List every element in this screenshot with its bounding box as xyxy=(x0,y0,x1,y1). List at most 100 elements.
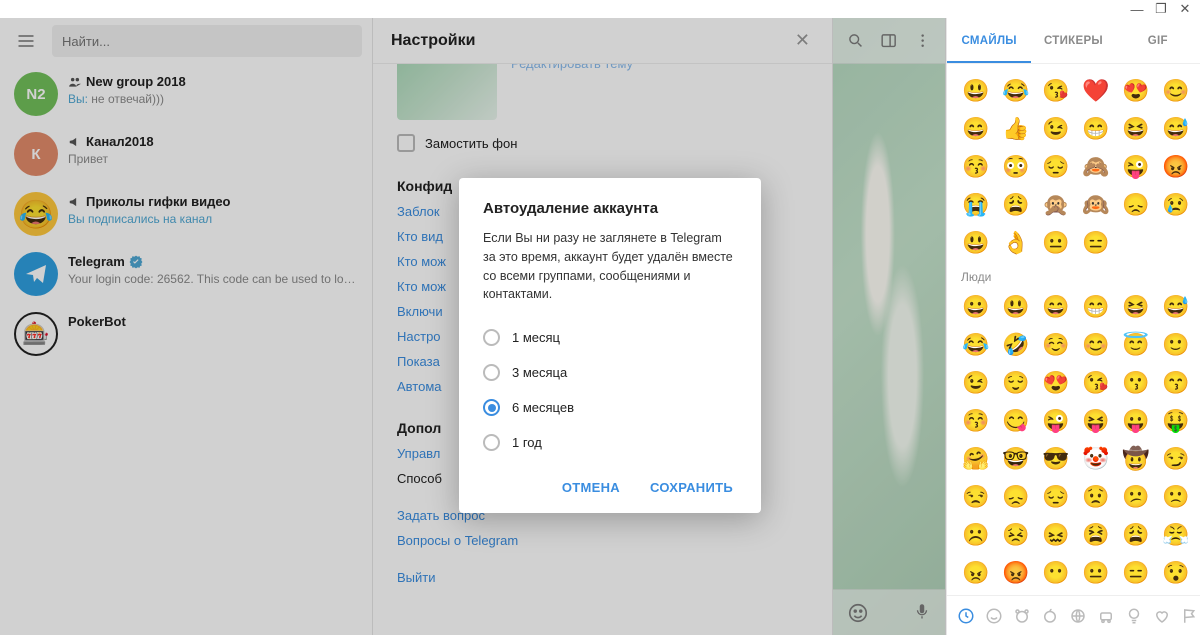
radio-option[interactable]: 1 месяц xyxy=(483,320,737,355)
emoji-cat-symbol-icon[interactable] xyxy=(1153,605,1171,627)
emoji[interactable]: 😃 xyxy=(959,226,993,260)
tab-gif[interactable]: GIF xyxy=(1116,18,1200,63)
emoji[interactable]: 🙁 xyxy=(1159,480,1193,514)
emoji[interactable]: 😔 xyxy=(1039,150,1073,184)
search-input[interactable] xyxy=(62,34,352,49)
radio-icon[interactable] xyxy=(483,399,500,416)
kebab-menu-icon[interactable] xyxy=(914,31,931,51)
emoji[interactable]: 😡 xyxy=(999,556,1033,590)
edit-theme-link[interactable]: Редактировать тему xyxy=(511,64,633,71)
emoji[interactable]: 😜 xyxy=(1119,150,1153,184)
emoji[interactable]: 👍 xyxy=(999,112,1033,146)
emoji[interactable]: 😆 xyxy=(1119,290,1153,324)
faq-link[interactable]: Вопросы о Telegram xyxy=(397,533,808,548)
emoji[interactable]: 😛 xyxy=(1119,404,1153,438)
logout-link[interactable]: Выйти xyxy=(397,570,808,585)
emoji[interactable]: 😢 xyxy=(1159,188,1193,222)
chat-row[interactable]: ККанал2018Привет xyxy=(0,124,372,184)
emoji[interactable]: 😀 xyxy=(959,290,993,324)
emoji[interactable]: 😍 xyxy=(1039,366,1073,400)
emoji[interactable]: 🙊 xyxy=(1039,188,1073,222)
search-icon[interactable] xyxy=(847,31,864,51)
emoji[interactable]: 😭 xyxy=(959,188,993,222)
emoji[interactable]: 😅 xyxy=(1159,112,1193,146)
emoji[interactable]: 😉 xyxy=(1039,112,1073,146)
window-close-icon[interactable]: ✕ xyxy=(1178,2,1192,16)
window-maximize-icon[interactable]: ❐ xyxy=(1154,2,1168,16)
emoji[interactable]: ☺️ xyxy=(1039,328,1073,362)
emoji[interactable]: 😔 xyxy=(1039,480,1073,514)
emoji[interactable]: 😳 xyxy=(999,150,1033,184)
emoji-cat-animal-icon[interactable] xyxy=(1013,605,1031,627)
emoji[interactable]: 🤗 xyxy=(959,442,993,476)
emoji[interactable]: 😠 xyxy=(959,556,993,590)
emoji[interactable]: 😚 xyxy=(959,404,993,438)
menu-icon[interactable] xyxy=(10,25,42,57)
emoji-cat-object-icon[interactable] xyxy=(1125,605,1143,627)
emoji[interactable]: 😅 xyxy=(1159,290,1193,324)
emoji[interactable]: 😞 xyxy=(1119,188,1153,222)
search-input-wrap[interactable] xyxy=(52,25,362,57)
emoji[interactable]: 🤑 xyxy=(1159,404,1193,438)
emoji[interactable]: 🤡 xyxy=(1079,442,1113,476)
tile-bg-row[interactable]: Замостить фон xyxy=(397,134,808,152)
emoji[interactable]: 😣 xyxy=(999,518,1033,552)
emoji[interactable]: 😂 xyxy=(999,74,1033,108)
emoji[interactable]: 😩 xyxy=(1119,518,1153,552)
emoji[interactable]: 😡 xyxy=(1159,150,1193,184)
emoji[interactable]: 😘 xyxy=(1079,366,1113,400)
radio-icon[interactable] xyxy=(483,364,500,381)
emoji-cat-activity-icon[interactable] xyxy=(1069,605,1087,627)
emoji[interactable]: 😎 xyxy=(1039,442,1073,476)
cancel-button[interactable]: ОТМЕНА xyxy=(558,474,624,501)
emoji[interactable]: 😚 xyxy=(959,150,993,184)
emoji[interactable]: 😄 xyxy=(1039,290,1073,324)
emoji-cat-travel-icon[interactable] xyxy=(1097,605,1115,627)
radio-option[interactable]: 3 месяца xyxy=(483,355,737,390)
emoji[interactable]: 😊 xyxy=(1159,74,1193,108)
emoji-cat-food-icon[interactable] xyxy=(1041,605,1059,627)
emoji[interactable]: 😆 xyxy=(1119,112,1153,146)
emoji[interactable]: 😋 xyxy=(999,404,1033,438)
window-minimize-icon[interactable]: — xyxy=(1130,2,1144,16)
emoji[interactable]: 🙉 xyxy=(1079,188,1113,222)
chat-row[interactable]: 🎰PokerBot xyxy=(0,304,372,364)
emoji[interactable]: 🙈 xyxy=(1079,150,1113,184)
emoji-scroll[interactable]: 😃😂😘❤️😍😊😄👍😉😁😆😅😚😳😔🙈😜😡😭😩🙊🙉😞😢😃👌😐😑 Люди 😀😃😄😁😆… xyxy=(947,64,1200,595)
emoji-cat-flag-icon[interactable] xyxy=(1181,605,1199,627)
emoji[interactable]: 🤓 xyxy=(999,442,1033,476)
voice-record-icon[interactable] xyxy=(913,602,931,624)
tab-stickers[interactable]: СТИКЕРЫ xyxy=(1031,18,1115,63)
emoji[interactable]: 😑 xyxy=(1079,226,1113,260)
emoji[interactable]: 😐 xyxy=(1039,226,1073,260)
emoji[interactable]: 😕 xyxy=(1119,480,1153,514)
emoji-cat-smile-icon[interactable] xyxy=(985,605,1003,627)
emoji[interactable]: 😤 xyxy=(1159,518,1193,552)
emoji[interactable]: 🤣 xyxy=(999,328,1033,362)
emoji[interactable]: 🤠 xyxy=(1119,442,1153,476)
radio-icon[interactable] xyxy=(483,329,500,346)
emoji[interactable]: 😩 xyxy=(999,188,1033,222)
side-panel-icon[interactable] xyxy=(880,31,897,51)
emoji[interactable]: 😇 xyxy=(1119,328,1153,362)
chat-row[interactable]: 😂Приколы гифки видеоВы подписались на ка… xyxy=(0,184,372,244)
emoji[interactable]: 😝 xyxy=(1079,404,1113,438)
chat-row[interactable]: N2New group 2018Вы: не отвечай))) xyxy=(0,64,372,124)
radio-icon[interactable] xyxy=(483,434,500,451)
emoji[interactable]: 😖 xyxy=(1039,518,1073,552)
emoji[interactable]: ❤️ xyxy=(1079,74,1113,108)
emoji[interactable]: 😟 xyxy=(1079,480,1113,514)
radio-option[interactable]: 1 год xyxy=(483,425,737,460)
wallpaper-thumbnail[interactable] xyxy=(397,64,497,120)
emoji[interactable]: 🙂 xyxy=(1159,328,1193,362)
tab-smiles[interactable]: СМАЙЛЫ xyxy=(947,18,1031,63)
emoji[interactable]: 😘 xyxy=(1039,74,1073,108)
emoji[interactable]: 👌 xyxy=(999,226,1033,260)
emoji[interactable]: 😒 xyxy=(959,480,993,514)
emoji[interactable]: 😙 xyxy=(1159,366,1193,400)
emoji[interactable]: 😄 xyxy=(959,112,993,146)
emoji[interactable]: 😐 xyxy=(1079,556,1113,590)
emoji[interactable]: 😑 xyxy=(1119,556,1153,590)
close-settings-icon[interactable]: ✕ xyxy=(791,26,814,55)
emoji[interactable]: 😍 xyxy=(1119,74,1153,108)
